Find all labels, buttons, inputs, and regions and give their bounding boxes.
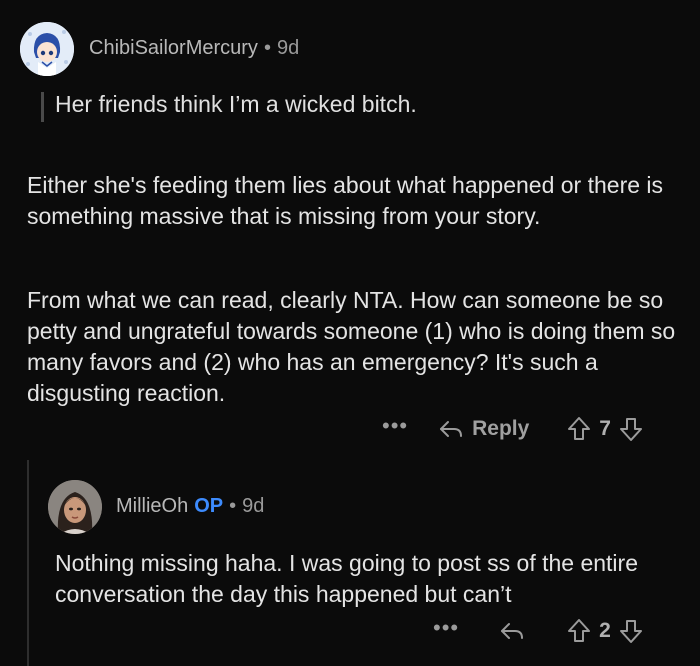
comment-age: 9d (276, 37, 300, 59)
meta-separator: • (229, 495, 237, 517)
reply-meta: MillieOh OP • 9d (116, 495, 264, 518)
downvote-arrow-icon[interactable] (619, 618, 643, 644)
thread-line[interactable] (27, 460, 29, 666)
upvote-arrow-icon[interactable] (567, 416, 591, 442)
quote-bar (41, 92, 44, 122)
vote-control: 2 (567, 618, 643, 644)
vote-count: 7 (599, 417, 611, 440)
reply-age: 9d (242, 495, 265, 517)
comment-paragraph: Either she's feeding them lies about wha… (27, 172, 664, 229)
comment-quote: Her friends think I’m a wicked bitch. (55, 91, 417, 117)
comment-paragraph: From what we can read, clearly NTA. How … (27, 287, 676, 406)
downvote-arrow-icon[interactable] (619, 416, 643, 442)
reply-avatar[interactable] (48, 480, 102, 534)
reply-actions: ••• 2 (433, 614, 643, 648)
vote-count: 2 (599, 619, 611, 642)
reply-arrow-icon (501, 623, 524, 639)
meta-separator: • (263, 37, 271, 59)
reply-label: Reply (472, 417, 530, 440)
reply-button[interactable]: Reply (438, 417, 529, 441)
more-dots-icon[interactable]: ••• (433, 615, 459, 641)
op-badge: OP (194, 495, 224, 517)
comment-actions: ••• Reply 7 (382, 412, 643, 446)
reply-text: Nothing missing haha. I was going to pos… (55, 550, 638, 607)
upvote-arrow-icon[interactable] (567, 618, 591, 644)
comment-author[interactable]: ChibiSailorMercury (89, 37, 258, 59)
more-dots-icon[interactable]: ••• (382, 413, 408, 439)
reply-button[interactable] (499, 620, 533, 642)
avatar[interactable] (20, 22, 74, 76)
reply-arrow-icon (440, 421, 463, 437)
comment-meta: ChibiSailorMercury • 9d (89, 37, 299, 60)
reply-author[interactable]: MillieOh (116, 495, 188, 517)
vote-control: 7 (567, 416, 643, 442)
